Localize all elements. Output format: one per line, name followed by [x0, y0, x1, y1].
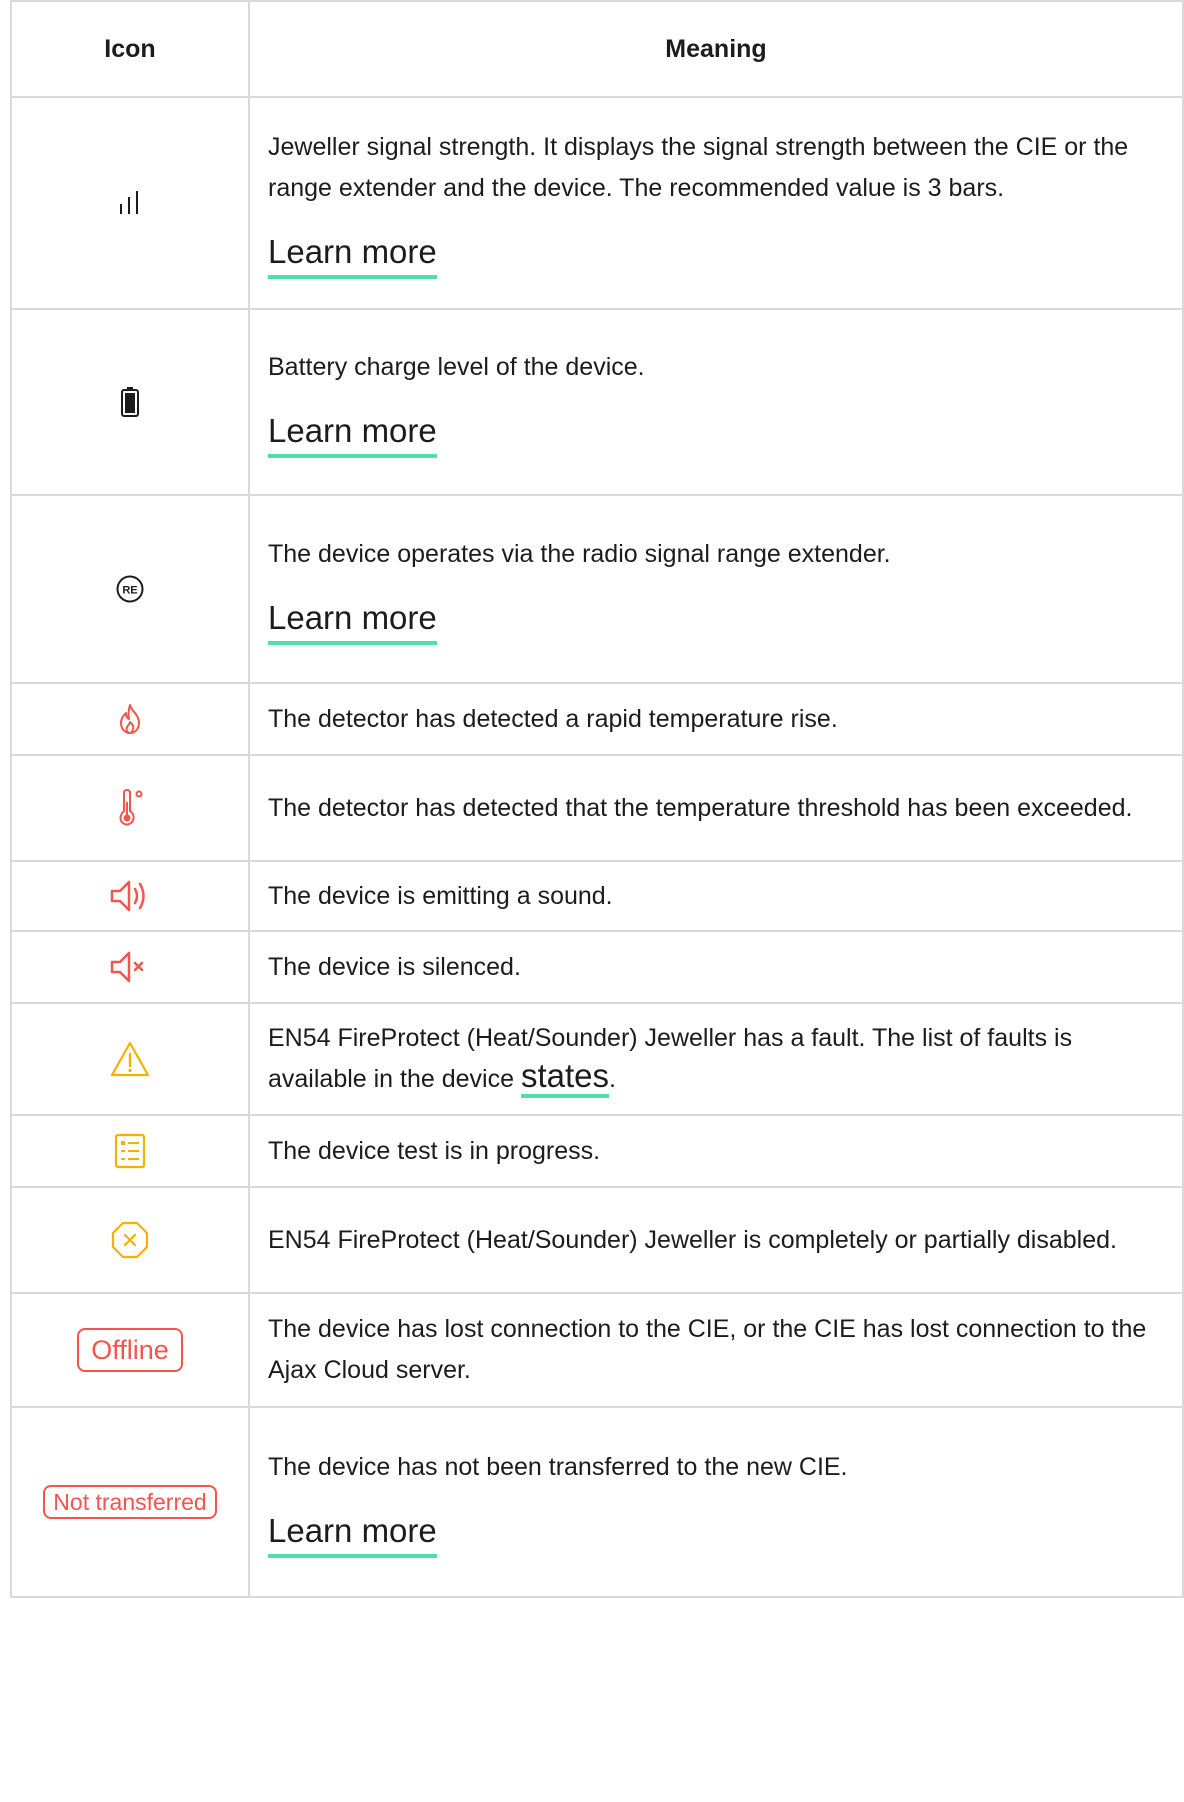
- table-row: Offline The device has lost connection t…: [10, 1292, 1184, 1408]
- meaning-cell: The device operates via the radio signal…: [248, 494, 1184, 684]
- header-meaning: Meaning: [248, 0, 1184, 98]
- table-row: EN54 FireProtect (Heat/Sounder) Jeweller…: [10, 1186, 1184, 1294]
- meaning-text: Battery charge level of the device.: [268, 352, 645, 381]
- meaning-cell: The detector has detected that the tempe…: [248, 754, 1184, 862]
- icon-meaning-table: Icon Meaning Jeweller signal strength. I…: [10, 0, 1184, 1598]
- meaning-text: The detector has detected that the tempe…: [268, 793, 1133, 822]
- not-transferred-badge: Not transferred: [43, 1485, 217, 1519]
- meaning-cell: EN54 FireProtect (Heat/Sounder) Jeweller…: [248, 1002, 1184, 1116]
- meaning-cell: EN54 FireProtect (Heat/Sounder) Jeweller…: [248, 1186, 1184, 1294]
- meaning-text: The device is silenced.: [268, 952, 521, 981]
- meaning-cell: Jeweller signal strength. It displays th…: [248, 96, 1184, 310]
- meaning-text: The device is emitting a sound.: [268, 881, 613, 910]
- table-row: Jeweller signal strength. It displays th…: [10, 96, 1184, 310]
- learn-more-link[interactable]: Learn more: [268, 1512, 437, 1558]
- meaning-cell: Battery charge level of the device. Lear…: [248, 308, 1184, 496]
- table-row: Not transferred The device has not been …: [10, 1406, 1184, 1598]
- meaning-cell: The device has not been transferred to t…: [248, 1406, 1184, 1598]
- signal-strength-icon: [120, 191, 138, 214]
- icon-cell: [10, 1186, 250, 1294]
- meaning-text: EN54 FireProtect (Heat/Sounder) Jeweller…: [268, 1225, 1117, 1254]
- icon-cell: [10, 682, 250, 756]
- meaning-text: The detector has detected a rapid temper…: [268, 704, 838, 733]
- meaning-text: The device operates via the radio signal…: [268, 539, 891, 568]
- battery-icon: [121, 387, 139, 417]
- range-extender-icon: RE: [116, 575, 144, 603]
- table-row: The device is silenced.: [10, 930, 1184, 1004]
- meaning-text: Jeweller signal strength. It displays th…: [268, 133, 1129, 202]
- states-link[interactable]: states: [520, 1057, 609, 1098]
- test-checklist-icon: [114, 1133, 146, 1169]
- warning-icon: [110, 1041, 150, 1077]
- range-extender-icon-label: RE: [122, 585, 137, 597]
- meaning-text: EN54 FireProtect (Heat/Sounder) Jeweller…: [268, 1018, 1162, 1100]
- icon-cell: [10, 1114, 250, 1188]
- table-row: EN54 FireProtect (Heat/Sounder) Jeweller…: [10, 1002, 1184, 1116]
- table-row: Battery charge level of the device. Lear…: [10, 308, 1184, 496]
- icon-cell: [10, 96, 250, 310]
- table-row: The detector has detected a rapid temper…: [10, 682, 1184, 756]
- speaker-sound-icon: [110, 880, 145, 912]
- meaning-cell: The device is silenced.: [248, 930, 1184, 1004]
- icon-cell: [10, 930, 250, 1004]
- meaning-text-before-link: EN54 FireProtect (Heat/Sounder) Jeweller…: [268, 1024, 1073, 1093]
- meaning-text: The device has not been transferred to t…: [268, 1452, 848, 1481]
- meaning-text-after-link: .: [609, 1065, 616, 1093]
- meaning-cell: The device test is in progress.: [248, 1114, 1184, 1188]
- learn-more-link[interactable]: Learn more: [268, 233, 437, 279]
- table-row: The device test is in progress.: [10, 1114, 1184, 1188]
- meaning-text: The device test is in progress.: [268, 1136, 601, 1165]
- meaning-cell: The detector has detected a rapid temper…: [248, 682, 1184, 756]
- header-icon: Icon: [10, 0, 250, 98]
- icon-cell: RE: [10, 494, 250, 684]
- meaning-cell: The device is emitting a sound.: [248, 860, 1184, 932]
- flame-icon: [120, 704, 140, 734]
- learn-more-link[interactable]: Learn more: [268, 412, 437, 458]
- offline-badge: Offline: [77, 1328, 183, 1372]
- disabled-octagon-icon: [111, 1221, 149, 1259]
- icon-cell: Not transferred: [10, 1406, 250, 1598]
- meaning-text: The device has lost connection to the CI…: [268, 1315, 1147, 1384]
- meaning-cell: The device has lost connection to the CI…: [248, 1292, 1184, 1408]
- icon-cell: Offline: [10, 1292, 250, 1408]
- icon-cell: [10, 860, 250, 932]
- icon-cell: [10, 754, 250, 862]
- icon-cell: [10, 1002, 250, 1116]
- table-row: The device is emitting a sound.: [10, 860, 1184, 932]
- table-row: RE The device operates via the radio sig…: [10, 494, 1184, 684]
- thermometer-icon: [119, 789, 143, 826]
- table-header-row: Icon Meaning: [10, 0, 1184, 98]
- speaker-muted-icon: [110, 951, 144, 983]
- table-row: The detector has detected that the tempe…: [10, 754, 1184, 862]
- icon-cell: [10, 308, 250, 496]
- learn-more-link[interactable]: Learn more: [268, 599, 437, 645]
